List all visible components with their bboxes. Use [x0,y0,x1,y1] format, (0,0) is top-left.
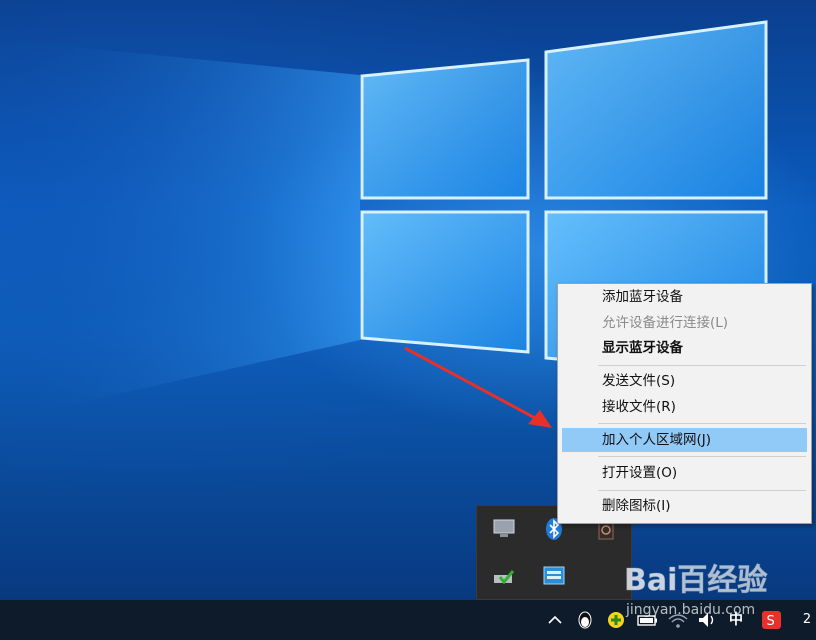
menu-item-allow-connection[interactable]: 允许设备进行连接(L) [562,311,807,335]
watermark-url: jingyan.baidu.com [625,602,755,618]
bluetooth-context-menu: 添加蓝牙设备 允许设备进行连接(L) 显示蓝牙设备 发送文件(S) 接收文件(R… [557,283,812,524]
menu-item-add-bluetooth-device[interactable]: 添加蓝牙设备 [562,285,807,309]
display-icon[interactable] [491,516,517,542]
red-arrow-head [528,410,552,428]
menu-separator [598,365,806,366]
menu-separator [598,423,806,424]
menu-item-show-bluetooth-devices[interactable]: 显示蓝牙设备 [562,336,807,360]
menu-item-open-settings[interactable]: 打开设置(O) [562,461,807,485]
safe-remove-hardware-icon[interactable] [491,563,517,589]
baidu-jingyan-watermark: Bai百经验 jingyan.baidu.com [622,550,812,622]
menu-item-receive-file[interactable]: 接收文件(R) [562,395,807,419]
red-arrow-shaft [404,346,549,427]
chevron-up-icon[interactable] [546,610,564,630]
menu-item-join-personal-area-network[interactable]: 加入个人区域网(J) [562,428,807,452]
network-adapter-icon[interactable] [541,563,567,589]
menu-separator [598,456,806,457]
menu-separator [598,490,806,491]
watermark-brand: Bai百经验 [624,563,767,598]
menu-item-send-file[interactable]: 发送文件(S) [562,369,807,393]
qq-penguin-icon[interactable] [574,610,596,630]
menu-item-remove-icon[interactable]: 删除图标(I) [562,494,807,518]
